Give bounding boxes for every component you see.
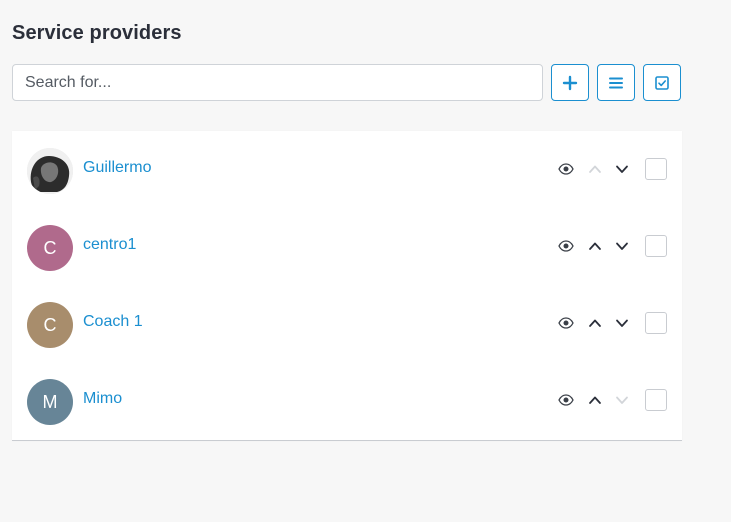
row-checkbox[interactable] <box>645 389 667 411</box>
search-input[interactable] <box>12 64 543 101</box>
avatar: C <box>27 302 73 348</box>
row-checkbox[interactable] <box>645 158 667 180</box>
add-provider-button[interactable] <box>551 64 589 101</box>
list-view-button[interactable] <box>597 64 635 101</box>
page-title: Service providers <box>12 22 182 44</box>
eye-icon[interactable] <box>558 394 574 406</box>
chevron-down-icon[interactable] <box>615 239 629 253</box>
chevron-down-icon[interactable] <box>615 316 629 330</box>
provider-name[interactable]: Coach 1 <box>83 313 143 331</box>
photo-avatar-icon <box>27 148 73 194</box>
checkbox-icon <box>655 75 669 90</box>
select-mode-button[interactable] <box>643 64 681 101</box>
chevron-up-icon[interactable] <box>588 393 602 407</box>
chevron-up-icon[interactable] <box>588 162 602 176</box>
list-item: M Mimo <box>12 362 682 439</box>
chevron-up-icon[interactable] <box>588 239 602 253</box>
list-item: Guillermo <box>12 131 682 208</box>
eye-icon[interactable] <box>558 163 574 175</box>
eye-icon[interactable] <box>558 240 574 252</box>
avatar: C <box>27 225 73 271</box>
chevron-down-icon[interactable] <box>615 162 629 176</box>
avatar: M <box>27 379 73 425</box>
providers-list: Guillermo C centro1 C Coach 1 M Mimo <box>12 131 682 441</box>
chevron-up-icon[interactable] <box>588 316 602 330</box>
provider-name[interactable]: Mimo <box>83 390 122 408</box>
provider-name[interactable]: centro1 <box>83 236 136 254</box>
row-checkbox[interactable] <box>645 235 667 257</box>
chevron-down-icon[interactable] <box>615 393 629 407</box>
provider-name[interactable]: Guillermo <box>83 159 151 177</box>
list-icon <box>609 77 623 88</box>
plus-icon <box>562 75 578 90</box>
eye-icon[interactable] <box>558 317 574 329</box>
row-checkbox[interactable] <box>645 312 667 334</box>
list-item: C Coach 1 <box>12 285 682 362</box>
avatar <box>27 148 73 194</box>
list-item: C centro1 <box>12 208 682 285</box>
